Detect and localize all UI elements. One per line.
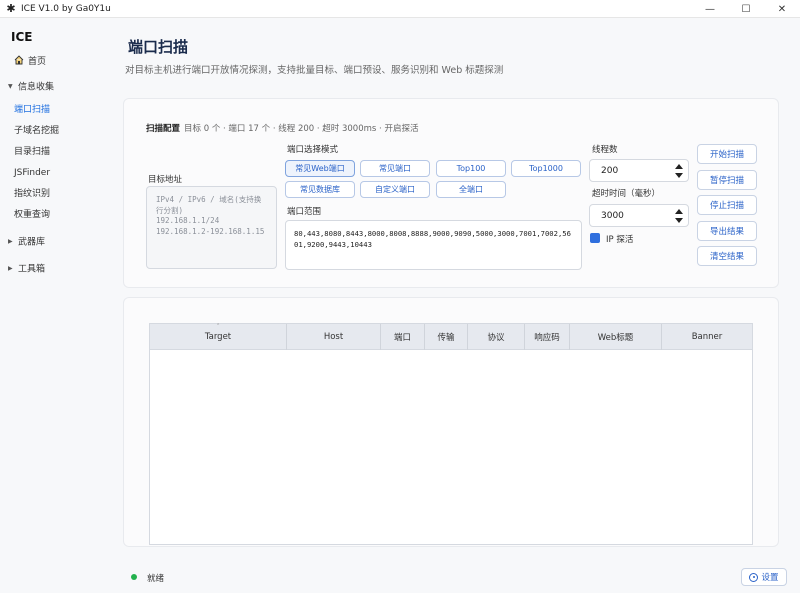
settings-label: 设置 — [761, 573, 779, 583]
threads-stepper[interactable]: 200 — [589, 159, 689, 182]
pause-scan-button[interactable]: 暂停扫描 — [697, 170, 757, 190]
sidebar-item-fingerprint[interactable]: 指纹识别 — [14, 187, 50, 201]
column-header-target[interactable]: ⌃ Target — [150, 323, 287, 350]
threads-value: 200 — [601, 166, 619, 176]
mode-label: 端口选择模式 — [287, 145, 339, 155]
sidebar-item-jsfinder[interactable]: JSFinder — [14, 166, 50, 180]
sidebar-group-weapons[interactable]: ▶ 武器库 — [8, 235, 45, 249]
status-text: 就绪 — [147, 574, 165, 584]
page-title: 端口扫描 — [128, 38, 189, 56]
sidebar: ICE 首页 ▼ 信息收集 端口扫描 子域名挖掘 目录扫描 JSFinder 指纹… — [0, 18, 108, 593]
gear-icon — [749, 572, 759, 582]
timeout-value: 3000 — [601, 211, 624, 221]
app-logo-icon: ✱ — [6, 2, 16, 15]
maximize-button[interactable]: ☐ — [728, 0, 764, 18]
sidebar-item-dir-scan[interactable]: 目录扫描 — [14, 145, 50, 159]
mode-custom-button[interactable]: 自定义端口 — [360, 181, 430, 198]
close-button[interactable]: ✕ — [764, 0, 800, 18]
sidebar-item-home[interactable]: 首页 — [14, 55, 46, 69]
page-description: 对目标主机进行端口开放情况探测，支持批量目标、端口预设、服务识别和 Web 标题… — [125, 65, 504, 76]
mode-top100-button[interactable]: Top100 — [436, 160, 506, 177]
home-icon — [14, 55, 24, 65]
table-header: ⌃ Target Host 端口 传输 协议 响应码 Web标题 Banner — [150, 323, 752, 350]
timeout-label: 超时时间（毫秒） — [592, 189, 661, 199]
config-summary: 扫描配置 目标 0 个 · 端口 17 个 · 线程 200 · 超时 3000m… — [146, 122, 418, 134]
target-label: 目标地址 — [148, 175, 183, 185]
port-range-input[interactable]: 80,443,8080,8443,8000,8008,8888,9000,909… — [285, 220, 582, 270]
sidebar-group-info[interactable]: ▼ 信息收集 — [8, 80, 54, 94]
column-header-port[interactable]: 端口 — [381, 324, 425, 350]
sidebar-group-label: 武器库 — [18, 237, 46, 248]
column-header-banner[interactable]: Banner — [662, 324, 752, 350]
caret-down-icon: ▼ — [8, 83, 13, 90]
sidebar-item-weight[interactable]: 权重查询 — [14, 208, 50, 222]
column-header-web-title[interactable]: Web标题 — [570, 324, 662, 350]
sidebar-item-port-scan[interactable]: 端口扫描 — [14, 103, 50, 117]
sidebar-item-label: 首页 — [28, 57, 47, 67]
range-label: 端口范围 — [287, 207, 322, 217]
mode-common-ports-button[interactable]: 常见端口 — [360, 160, 430, 177]
stepper-up-icon[interactable] — [675, 209, 683, 214]
stepper-down-icon[interactable] — [675, 173, 683, 178]
window-controls: — ☐ ✕ — [692, 0, 800, 18]
minimize-button[interactable]: — — [692, 0, 728, 18]
sort-indicator-icon: ⌃ — [216, 323, 221, 329]
sidebar-group-label: 信息收集 — [18, 82, 55, 93]
ip-alive-label: IP 探活 — [606, 235, 634, 245]
clear-results-button[interactable]: 清空结果 — [697, 246, 757, 266]
threads-label: 线程数 — [592, 145, 618, 155]
caret-right-icon: ▶ — [8, 238, 13, 245]
start-scan-button[interactable]: 开始扫描 — [697, 144, 757, 164]
column-header-label: Target — [204, 332, 232, 342]
mode-common-web-button[interactable]: 常见Web端口 — [285, 160, 355, 177]
status-indicator — [131, 574, 137, 580]
mode-all-button[interactable]: 全端口 — [436, 181, 506, 198]
timeout-stepper[interactable]: 3000 — [589, 204, 689, 227]
ip-alive-checkbox[interactable] — [590, 233, 600, 243]
export-results-button[interactable]: 导出结果 — [697, 221, 757, 241]
config-heading: 扫描配置 — [146, 124, 181, 134]
target-input[interactable]: IPv4 / IPv6 / 域名(支持换行分割) 192.168.1.1/24 … — [146, 186, 277, 269]
settings-button[interactable]: 设置 — [741, 568, 787, 586]
sidebar-item-subdomain[interactable]: 子域名挖掘 — [14, 124, 59, 138]
title-bar: ✱ ICE V1.0 by Ga0Y1u — ☐ ✕ — [0, 0, 800, 18]
results-table: ⌃ Target Host 端口 传输 协议 响应码 Web标题 Banner — [149, 323, 753, 545]
brand-title: ICE — [11, 30, 33, 44]
window-title: ICE V1.0 by Ga0Y1u — [21, 3, 111, 14]
mode-top1000-button[interactable]: Top1000 — [511, 160, 581, 177]
mode-database-button[interactable]: 常见数据库 — [285, 181, 355, 198]
column-header-transport[interactable]: 传输 — [425, 324, 468, 350]
stepper-down-icon[interactable] — [675, 218, 683, 223]
column-header-status-code[interactable]: 响应码 — [525, 324, 570, 350]
stop-scan-button[interactable]: 停止扫描 — [697, 195, 757, 215]
sidebar-group-label: 工具箱 — [18, 264, 46, 275]
caret-right-icon: ▶ — [8, 265, 13, 272]
config-meta: 目标 0 个 · 端口 17 个 · 线程 200 · 超时 3000ms · … — [184, 124, 419, 134]
sidebar-group-tools[interactable]: ▶ 工具箱 — [8, 262, 45, 276]
column-header-protocol[interactable]: 协议 — [468, 324, 525, 350]
column-header-host[interactable]: Host — [287, 324, 381, 350]
stepper-up-icon[interactable] — [675, 164, 683, 169]
